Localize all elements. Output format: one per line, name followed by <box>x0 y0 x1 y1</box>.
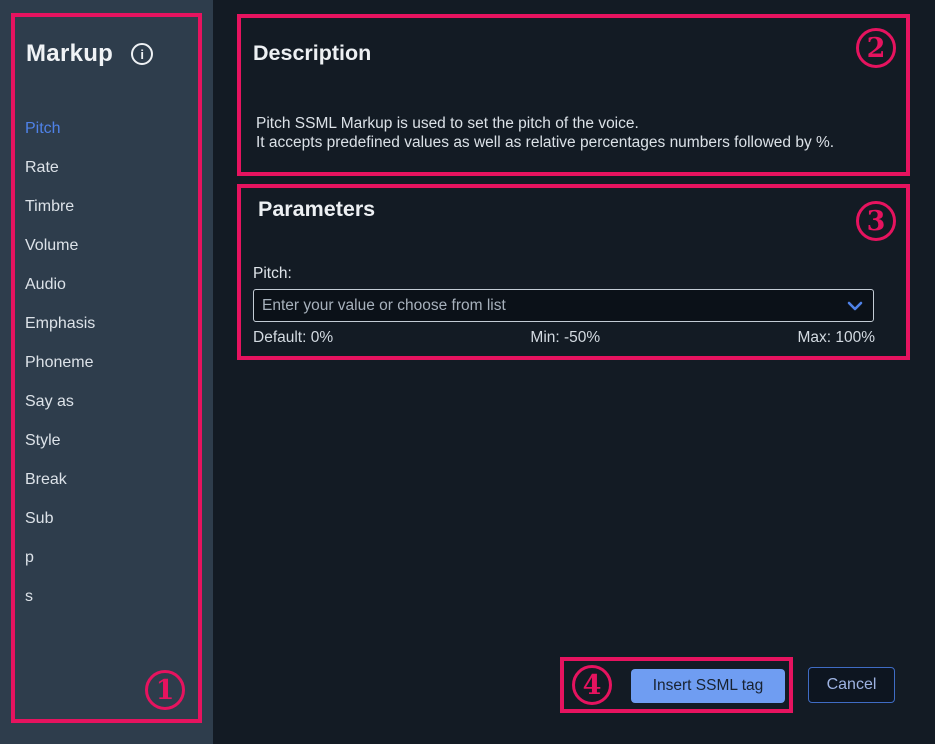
annotation-number-2: 2 <box>856 28 896 68</box>
chevron-down-icon[interactable] <box>847 301 863 311</box>
sidebar-item-phoneme[interactable]: Phoneme <box>0 343 213 382</box>
sidebar-item-emphasis[interactable]: Emphasis <box>0 304 213 343</box>
pitch-range-info: Default: 0% Min: -50% Max: 100% <box>253 329 875 347</box>
insert-ssml-tag-button[interactable]: Insert SSML tag <box>631 669 785 703</box>
annotation-number-4: 4 <box>572 665 612 705</box>
pitch-combobox[interactable] <box>253 289 874 322</box>
pitch-field-label: Pitch: <box>253 265 292 283</box>
cancel-button[interactable]: Cancel <box>808 667 895 703</box>
sidebar-item-rate[interactable]: Rate <box>0 148 213 187</box>
sidebar-item-volume[interactable]: Volume <box>0 226 213 265</box>
sidebar-item-audio[interactable]: Audio <box>0 265 213 304</box>
description-line-1: Pitch SSML Markup is used to set the pit… <box>256 114 834 133</box>
sidebar-item-sub[interactable]: Sub <box>0 499 213 538</box>
sidebar-item-break[interactable]: Break <box>0 460 213 499</box>
info-icon[interactable]: i <box>131 43 153 65</box>
markup-sidebar: Markup i Pitch Rate Timbre Volume Audio … <box>0 0 213 744</box>
description-panel-title: Description <box>253 41 371 66</box>
markup-nav: Pitch Rate Timbre Volume Audio Emphasis … <box>0 109 213 616</box>
max-value-label: Max: 100% <box>797 329 875 347</box>
description-text: Pitch SSML Markup is used to set the pit… <box>256 114 834 152</box>
sidebar-item-say-as[interactable]: Say as <box>0 382 213 421</box>
description-line-2: It accepts predefined values as well as … <box>256 133 834 152</box>
annotation-number-3: 3 <box>856 201 896 241</box>
sidebar-item-pitch[interactable]: Pitch <box>0 109 213 148</box>
sidebar-title: Markup <box>26 40 113 68</box>
sidebar-header: Markup i <box>26 40 153 68</box>
min-value-label: Min: -50% <box>530 329 600 347</box>
pitch-value-input[interactable] <box>254 290 847 321</box>
sidebar-item-s[interactable]: s <box>0 577 213 616</box>
sidebar-item-p[interactable]: p <box>0 538 213 577</box>
sidebar-item-timbre[interactable]: Timbre <box>0 187 213 226</box>
sidebar-item-style[interactable]: Style <box>0 421 213 460</box>
default-value-label: Default: 0% <box>253 329 333 347</box>
parameters-panel-title: Parameters <box>258 197 375 222</box>
